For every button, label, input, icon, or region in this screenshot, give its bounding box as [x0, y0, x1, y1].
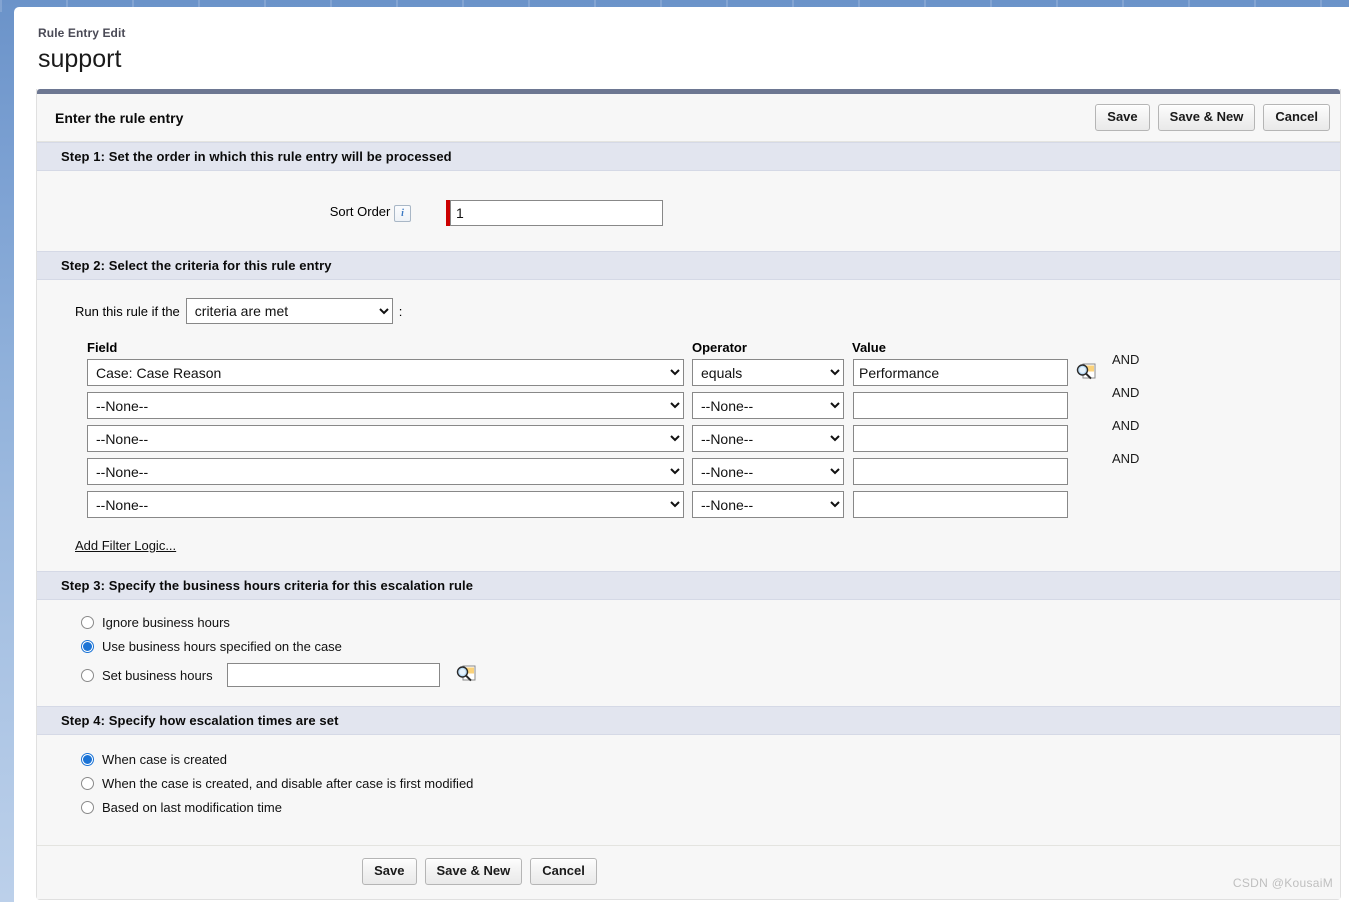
save-button-top[interactable]: Save [1095, 104, 1150, 131]
page-eyebrow: Rule Entry Edit [38, 26, 126, 40]
lookup-magnifier-icon-business-hours[interactable] [456, 665, 478, 685]
radio-when-case-created[interactable] [81, 752, 94, 766]
criteria-value-input-3[interactable] [853, 425, 1068, 452]
save-and-new-button-bottom[interactable]: Save & New [424, 858, 523, 885]
sort-order-input[interactable] [450, 200, 663, 226]
criteria-and-label-4: AND [1112, 451, 1140, 466]
panel-bottom-button-row: Save Save & New Cancel [362, 858, 597, 885]
business-hours-input[interactable] [226, 663, 440, 687]
run-rule-label: Run this rule if the [75, 303, 180, 319]
add-filter-logic-link[interactable]: Add Filter Logic... [75, 538, 176, 553]
lookup-magnifier-icon-1[interactable] [1076, 363, 1098, 383]
panel-top-button-row: Save Save & New Cancel [1095, 104, 1330, 131]
run-rule-select[interactable]: criteria are met [185, 298, 393, 324]
step2-header: Step 2: Select the criteria for this rul… [37, 251, 1340, 280]
watermark: CSDN @KousaiM [1232, 876, 1333, 890]
radio-set-business-hours[interactable] [81, 668, 94, 682]
business-hours-option-row[interactable]: Use business hours specified on the case [37, 634, 1340, 658]
business-hours-option-row[interactable]: Ignore business hours [37, 610, 1340, 634]
radio-label-ignore-business-hours: Ignore business hours [102, 614, 230, 630]
panel-title: Enter the rule entry [55, 109, 184, 126]
criteria-field-select-2[interactable]: --None-- [87, 392, 684, 419]
radio-label-use-case-business-hours: Use business hours specified on the case [102, 638, 342, 654]
radio-label-when-case-created: When case is created [102, 751, 228, 767]
step4-header: Step 4: Specify how escalation times are… [37, 706, 1340, 735]
page-header: Rule Entry Edit support [14, 7, 1349, 75]
criteria-value-input-2[interactable] [853, 392, 1068, 419]
cancel-button-bottom[interactable]: Cancel [530, 858, 597, 885]
radio-label-set-business-hours: Set business hours [102, 667, 213, 683]
sort-order-label: Sort Order [329, 204, 391, 220]
criteria-field-select-1[interactable]: Case: Case Reason [87, 359, 684, 386]
criteria-value-input-1[interactable] [853, 359, 1068, 386]
criteria-row: --None-- --None-- [87, 491, 1340, 518]
criteria-value-input-5[interactable] [853, 491, 1068, 518]
save-and-new-button-top[interactable]: Save & New [1157, 104, 1256, 131]
sort-order-label-wrap: Sort Order i [37, 204, 419, 222]
column-header-field: Field [87, 340, 118, 355]
cancel-button-top[interactable]: Cancel [1263, 104, 1330, 131]
criteria-and-label-1: AND [1112, 352, 1140, 367]
column-header-value: Value [852, 340, 886, 355]
criteria-operator-select-5[interactable]: --None-- [692, 491, 844, 518]
step1-body: Sort Order i [37, 171, 1340, 251]
step2-body: Run this rule if the criteria are met : … [37, 280, 1340, 571]
criteria-operator-select-3[interactable]: --None-- [692, 425, 844, 452]
escalation-time-option-row[interactable]: When the case is created, and disable af… [37, 771, 1340, 795]
criteria-and-label-3: AND [1112, 418, 1140, 433]
radio-based-on-last-modification[interactable] [81, 800, 94, 814]
criteria-operator-select-1[interactable]: equals [692, 359, 844, 386]
sort-order-input-wrap [446, 200, 663, 226]
step3-header: Step 3: Specify the business hours crite… [37, 571, 1340, 600]
criteria-column-headers: Field Operator Value [87, 340, 1340, 359]
column-header-operator: Operator [692, 340, 747, 355]
run-rule-colon: : [398, 303, 403, 319]
radio-label-when-case-created-disable-after-modified: When the case is created, and disable af… [102, 775, 474, 791]
escalation-time-option-row[interactable]: Based on last modification time [37, 795, 1340, 819]
radio-ignore-business-hours[interactable] [81, 615, 94, 629]
escalation-time-option-row[interactable]: When case is created [37, 747, 1340, 771]
rule-entry-form-card: Enter the rule entry Save Save & New Can… [36, 89, 1341, 900]
criteria-row: --None-- --None-- AND [87, 451, 1340, 485]
sort-order-row: Sort Order i [37, 185, 1340, 237]
radio-label-based-on-last-modification: Based on last modification time [102, 799, 282, 815]
panel-header: Enter the rule entry Save Save & New Can… [37, 94, 1340, 142]
criteria-value-input-4[interactable] [853, 458, 1068, 485]
criteria-operator-select-2[interactable]: --None-- [692, 392, 844, 419]
info-icon[interactable]: i [394, 204, 411, 222]
criteria-row: --None-- --None-- AND [87, 418, 1340, 452]
run-rule-row: Run this rule if the criteria are met : [37, 294, 1340, 328]
step3-body: Ignore business hours Use business hours… [37, 600, 1340, 706]
criteria-operator-select-4[interactable]: --None-- [692, 458, 844, 485]
radio-use-case-business-hours[interactable] [81, 639, 94, 653]
criteria-field-select-4[interactable]: --None-- [87, 458, 684, 485]
save-button-bottom[interactable]: Save [362, 858, 417, 885]
criteria-row: Case: Case Reason equals Performance AND [87, 352, 1340, 386]
business-hours-option-row[interactable]: Set business hours [37, 658, 1340, 692]
page-title: support [38, 45, 122, 73]
criteria-table: Field Operator Value Case: Case Reason e… [87, 340, 1340, 518]
step1-header: Step 1: Set the order in which this rule… [37, 142, 1340, 171]
criteria-field-select-3[interactable]: --None-- [87, 425, 684, 452]
radio-when-case-created-disable-after-modified[interactable] [81, 776, 94, 790]
page-canvas: Rule Entry Edit support Enter the rule e… [14, 7, 1349, 902]
panel-footer: Save Save & New Cancel [37, 845, 1340, 899]
criteria-row: --None-- --None-- AND [87, 385, 1340, 419]
step4-body: When case is created When the case is cr… [37, 735, 1340, 845]
criteria-and-label-2: AND [1112, 385, 1140, 400]
criteria-field-select-5[interactable]: --None-- [87, 491, 684, 518]
